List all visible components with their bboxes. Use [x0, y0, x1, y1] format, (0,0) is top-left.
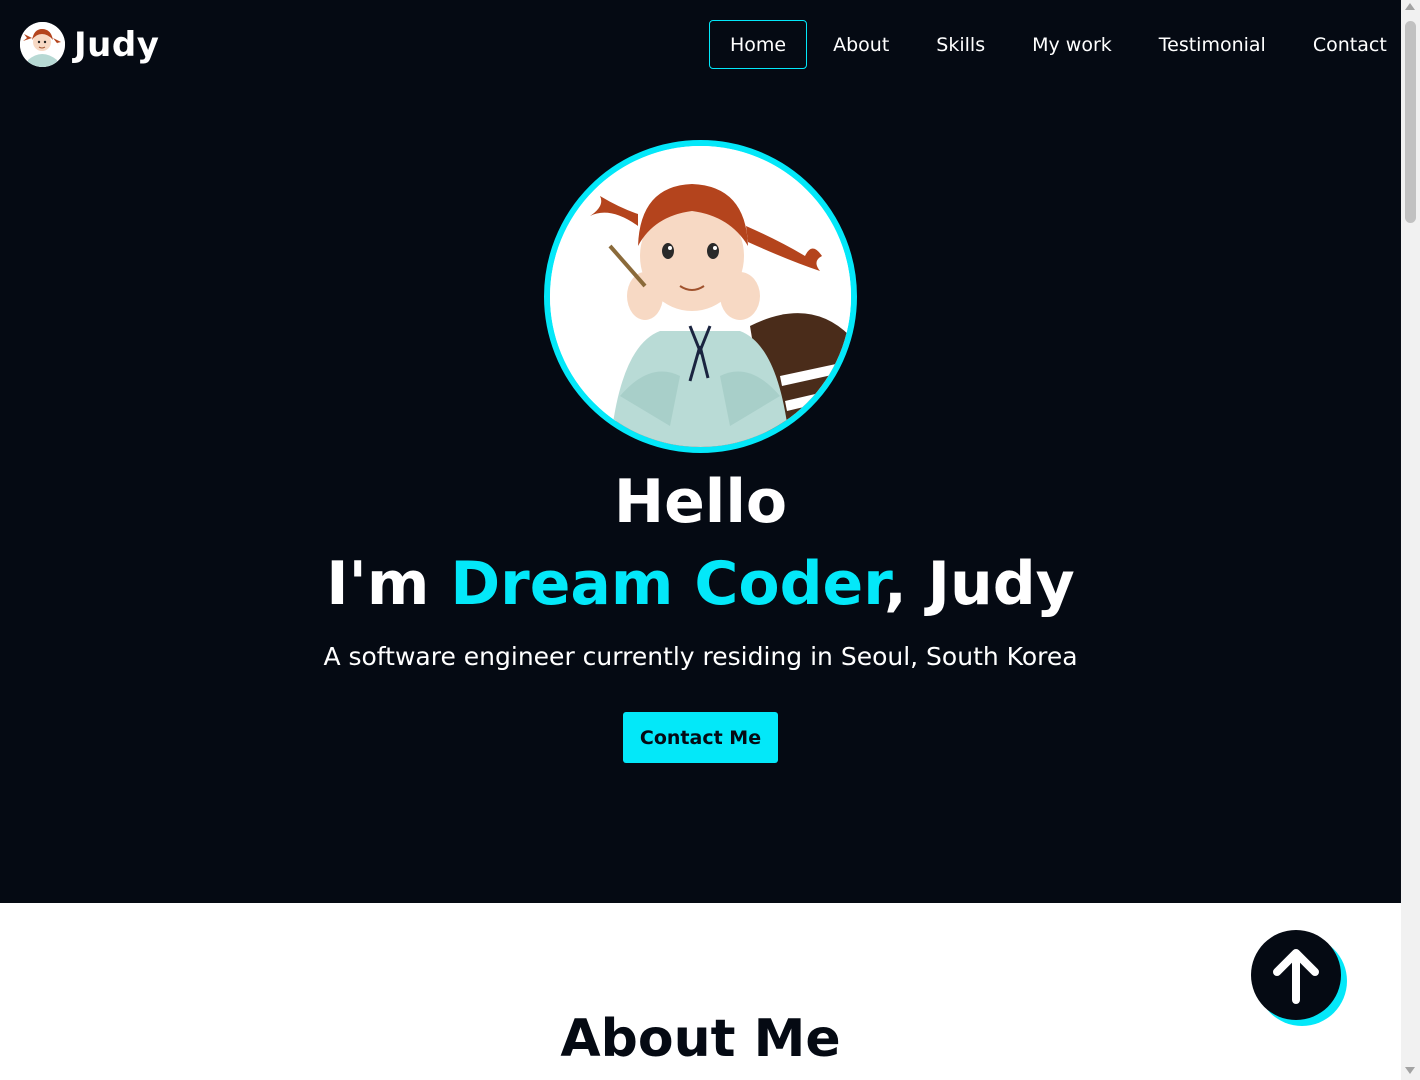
nav-item-contact[interactable]: Contact [1292, 20, 1408, 69]
home-title: I'm Dream Coder, Judy [0, 546, 1401, 622]
profile-avatar [544, 140, 857, 453]
nav-menu: Home About Skills My work Testimonial Co… [709, 20, 1413, 69]
page: Judy Home About Skills My work Testimoni… [0, 0, 1420, 1080]
about-title: About Me [560, 1009, 841, 1069]
home-title-suffix: , Judy [883, 549, 1075, 619]
scrollbar-thumb[interactable] [1405, 21, 1416, 223]
home-greeting: Hello [613, 467, 788, 537]
home-title-highlight: Dream Coder [450, 549, 884, 619]
logo[interactable]: Judy [20, 22, 159, 67]
navbar: Judy Home About Skills My work Testimoni… [0, 0, 1401, 92]
logo-avatar [20, 22, 65, 67]
nav-item-about[interactable]: About [812, 20, 910, 69]
home-section: Judy Home About Skills My work Testimoni… [0, 0, 1401, 903]
nav-item-my-work[interactable]: My work [1011, 20, 1133, 69]
vertical-scrollbar[interactable] [1401, 0, 1420, 1080]
nav-item-home[interactable]: Home [709, 20, 808, 69]
home-description: A software engineer currently residing i… [323, 642, 1078, 671]
scroll-up-arrow-icon[interactable] [1405, 3, 1415, 10]
scroll-to-top-button[interactable] [1251, 930, 1341, 1020]
contact-me-button[interactable]: Contact Me [623, 712, 778, 763]
nav-item-skills[interactable]: Skills [915, 20, 1006, 69]
arrow-up-icon [1273, 949, 1319, 1004]
nav-item-testimonial[interactable]: Testimonial [1138, 20, 1287, 69]
home-title-prefix: I'm [326, 549, 451, 619]
logo-title: Judy [74, 24, 160, 65]
scroll-down-arrow-icon[interactable] [1405, 1067, 1415, 1074]
